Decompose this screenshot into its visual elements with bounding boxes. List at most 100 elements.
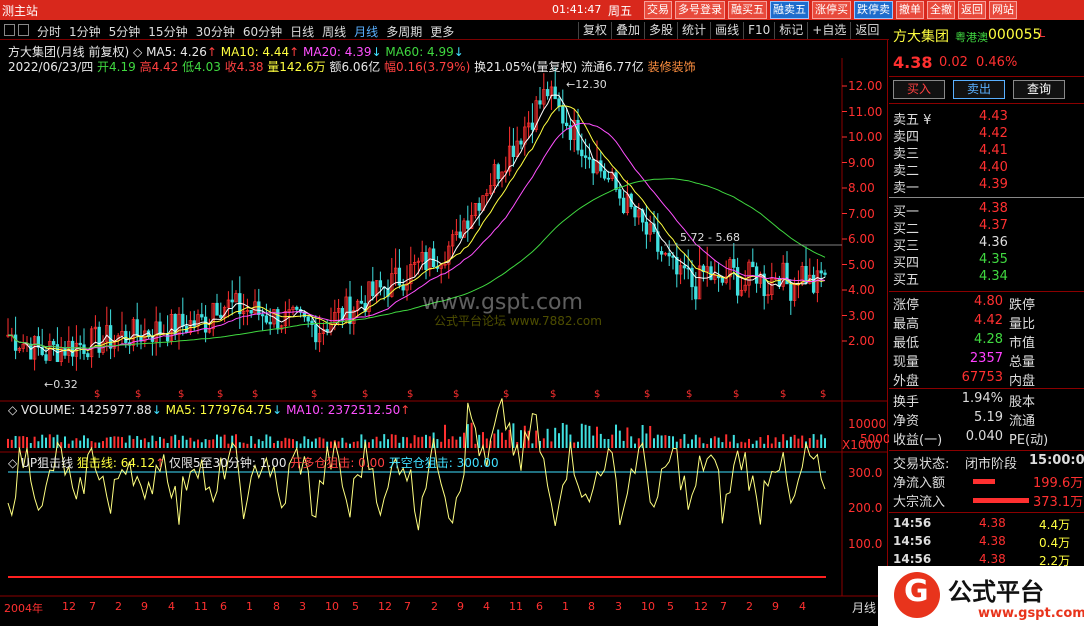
volume-bar: [580, 423, 583, 448]
volume-bar: [512, 423, 515, 448]
volume-bar: [185, 439, 188, 448]
return-button[interactable]: 返回: [850, 22, 883, 39]
add-watchlist-button[interactable]: +自选: [807, 22, 850, 39]
time-axis-label: 11: [509, 600, 523, 613]
overlay-button[interactable]: 叠加: [611, 22, 644, 39]
sell-order-price[interactable]: 4.40: [979, 160, 1008, 175]
trade-button[interactable]: 交易: [644, 1, 672, 19]
volume-bar: [417, 437, 420, 448]
volume-bar: [409, 443, 412, 448]
draw-line-button[interactable]: 画线: [710, 22, 743, 39]
volume-bar: [675, 441, 678, 448]
cancel-all-button[interactable]: 全撤: [927, 1, 955, 19]
tab-weekly[interactable]: 周线: [318, 23, 350, 40]
sell-order-price[interactable]: 4.39: [979, 177, 1008, 192]
volume-bar: [736, 443, 739, 448]
multi-login-button[interactable]: 多号登录: [675, 1, 725, 19]
ma5-line: [7, 94, 826, 354]
tab-15min[interactable]: 15分钟: [144, 23, 191, 40]
signal-marker: $: [453, 389, 459, 400]
margin-sell-five-button[interactable]: 融卖五: [770, 1, 809, 19]
volume-bar: [653, 438, 655, 448]
multi-stock-button[interactable]: 多股: [644, 22, 677, 39]
candle-body: [606, 177, 611, 180]
buy-order-row[interactable]: 买五 4.34: [889, 269, 1084, 288]
tab-multi-period[interactable]: 多周期: [382, 23, 426, 40]
high-annotation: ←12.30: [566, 78, 607, 91]
app-title: 测主站: [2, 4, 39, 18]
limit-down-sell-button[interactable]: 跌停卖: [854, 1, 893, 19]
sell-button[interactable]: 卖出: [953, 80, 1005, 99]
sell-order-row[interactable]: 卖四 4.42: [889, 126, 1084, 145]
time-axis-label: 9: [141, 600, 148, 613]
volume-ma5: MA5: 1779764.75: [165, 403, 273, 417]
buy-order-price[interactable]: 4.36: [979, 235, 1008, 250]
restore-rights-button[interactable]: 复权: [578, 22, 611, 39]
mark-button[interactable]: 标记: [774, 22, 807, 39]
query-button[interactable]: 查询: [1013, 80, 1065, 99]
statistics-button[interactable]: 统计: [677, 22, 710, 39]
indicator-name[interactable]: UP狙击线: [21, 456, 73, 470]
buy-order-price[interactable]: 4.38: [979, 201, 1008, 216]
sell-order-row[interactable]: 卖一 4.39: [889, 177, 1084, 196]
buy-button[interactable]: 买入: [893, 80, 945, 99]
stat-label-right: 内盘: [1009, 374, 1036, 389]
volume-bar: [664, 435, 667, 448]
float-shares: 流通6.77亿: [581, 60, 644, 74]
f10-button[interactable]: F10: [743, 22, 774, 39]
industry-label[interactable]: 装修装饰: [648, 60, 696, 74]
limit-up-buy-button[interactable]: 涨停买: [812, 1, 851, 19]
volume-bar: [360, 434, 363, 448]
ma5-value: MA5: 4.26: [146, 45, 207, 59]
tab-5min[interactable]: 5分钟: [105, 23, 145, 40]
tab-daily[interactable]: 日线: [286, 23, 318, 40]
time-axis-label: 7: [89, 600, 96, 613]
tab-30min[interactable]: 30分钟: [192, 23, 239, 40]
volume-bar: [691, 439, 693, 448]
tab-more[interactable]: 更多: [426, 23, 458, 40]
volume-value: VOLUME: 1425977.88: [21, 403, 152, 417]
volume-bar: [470, 422, 473, 448]
volume-bar: [751, 443, 754, 448]
buy-order-row[interactable]: 买四 4.35: [889, 252, 1084, 271]
layout-alt-icon[interactable]: [18, 24, 29, 36]
buy-order-row[interactable]: 买一 4.38: [889, 201, 1084, 220]
website-button[interactable]: 网站: [989, 1, 1017, 19]
buy-order-row[interactable]: 买二 4.37: [889, 218, 1084, 237]
buy-order-price[interactable]: 4.34: [979, 269, 1008, 284]
stat-value: 4.80: [974, 294, 1003, 309]
volume-bar: [162, 438, 165, 448]
sell-order-row[interactable]: 卖三 4.41: [889, 143, 1084, 162]
bar-open: 开4.19: [97, 60, 136, 74]
buy-order-price[interactable]: 4.37: [979, 218, 1008, 233]
volume-bar: [660, 435, 663, 448]
volume-bar: [132, 438, 135, 448]
volume-bar: [398, 442, 401, 448]
buy-order-price[interactable]: 4.35: [979, 252, 1008, 267]
stat-label-right: 流通: [1009, 414, 1036, 429]
sell-order-price[interactable]: 4.43: [979, 109, 1008, 124]
kline-chart-svg[interactable]: 5.72 - 5.68 ←12.30 ←0.32 $ $ $ $ $ $ $ $ $ $ $ $ $ $ $ $ $: [0, 40, 888, 626]
volume-bar: [770, 443, 773, 448]
signal-marker: $: [733, 389, 739, 400]
tab-60min[interactable]: 60分钟: [239, 23, 286, 40]
cancel-order-button[interactable]: 撤单: [896, 1, 924, 19]
candle-body: [583, 155, 588, 158]
candle-body: [44, 354, 48, 361]
chart-area[interactable]: 5.72 - 5.68 ←12.30 ←0.32 $ $ $ $ $ $ $ $ $ $ $ $ $ $ $ $ $ …: [0, 40, 891, 626]
tab-intraday[interactable]: 分时: [33, 23, 65, 40]
sell-order-price[interactable]: 4.42: [979, 126, 1008, 141]
back-button[interactable]: 返回: [958, 1, 986, 19]
candle-body: [306, 316, 310, 322]
layout-icon[interactable]: [4, 24, 15, 36]
tab-monthly[interactable]: 月线: [350, 23, 382, 40]
margin-buy-five-button[interactable]: 融买五: [728, 1, 767, 19]
candle-body: [789, 283, 793, 301]
sell-order-row[interactable]: 卖五 ¥ 4.43: [889, 109, 1084, 128]
sell-order-row[interactable]: 卖二 4.40: [889, 160, 1084, 179]
volume-bar: [371, 439, 374, 448]
tab-1min[interactable]: 1分钟: [65, 23, 105, 40]
sell-order-price[interactable]: 4.41: [979, 143, 1008, 158]
block-inflow-bar: [973, 498, 1029, 503]
buy-order-row[interactable]: 买三 4.36: [889, 235, 1084, 254]
